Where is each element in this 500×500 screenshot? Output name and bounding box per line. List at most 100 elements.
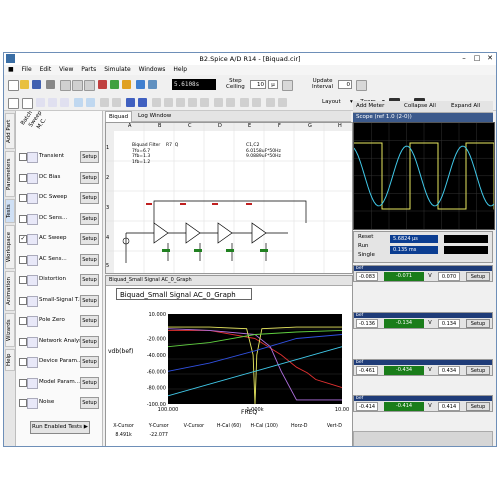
test-setup-button[interactable]: Setup	[80, 212, 99, 225]
test-setup-button[interactable]: Setup	[80, 151, 99, 163]
save-icon[interactable]	[32, 80, 41, 89]
test-setup-button[interactable]: Setup	[80, 335, 99, 348]
test-checkbox[interactable]	[19, 317, 27, 325]
test-setup-button[interactable]: Setup	[80, 315, 99, 327]
tab-log-window[interactable]: Log Window	[135, 111, 174, 121]
menu-windows[interactable]: Windows	[139, 65, 166, 75]
rewind-icon[interactable]	[148, 80, 157, 89]
stop-icon[interactable]	[98, 80, 107, 89]
test-setup-button[interactable]: Setup	[80, 356, 99, 368]
step-icon[interactable]	[136, 80, 145, 89]
test-checkbox[interactable]	[19, 378, 27, 387]
test-checkbox[interactable]	[19, 173, 27, 182]
meter-setup-button[interactable]: Setup	[466, 366, 490, 375]
test-checkbox[interactable]	[19, 296, 27, 305]
menu-help[interactable]: Help	[173, 65, 187, 75]
scope-slider-1[interactable]	[444, 235, 488, 243]
paste-icon[interactable]	[84, 80, 95, 91]
pointer-icon[interactable]	[8, 98, 19, 109]
test-setup-button[interactable]: Setup	[80, 294, 99, 307]
layout-dropdown[interactable]: Layout	[322, 99, 341, 105]
probe-icon[interactable]	[138, 98, 147, 107]
tab-add-part[interactable]: Add Part	[5, 113, 15, 149]
tab-wizards[interactable]: Wizards	[5, 313, 15, 347]
add-meter-button[interactable]: Add Meter	[353, 101, 387, 111]
wire-icon[interactable]	[74, 98, 83, 107]
tab-help[interactable]: Help	[5, 349, 15, 371]
collapse-all-button[interactable]: Collapse All	[401, 101, 439, 111]
meter-setup-button[interactable]: Setup	[466, 319, 490, 328]
menu-file[interactable]: File	[22, 65, 32, 75]
test-checkbox[interactable]	[19, 358, 27, 366]
ungroup-icon[interactable]	[252, 98, 261, 107]
test-setup-button[interactable]: Setup	[80, 233, 99, 245]
test-checkbox[interactable]	[19, 214, 27, 223]
schematic-canvas[interactable]: A B C D E F G H 1 2 3 4 5 Biquad Filter …	[105, 122, 353, 274]
test-checkbox[interactable]	[19, 153, 27, 161]
meter-setup-button[interactable]: Setup	[466, 272, 490, 281]
zoom-out-icon[interactable]	[48, 98, 57, 107]
oscilloscope-display[interactable]	[353, 122, 496, 230]
new-file-icon[interactable]	[8, 80, 19, 91]
menu-edit[interactable]: Edit	[40, 65, 52, 75]
distribute-icon[interactable]	[200, 98, 209, 107]
tab-workspace[interactable]: Workspace	[5, 225, 15, 269]
menu-simulate[interactable]: Simulate	[104, 65, 131, 75]
test-checkbox[interactable]	[19, 276, 27, 284]
run-enabled-tests-button[interactable]: Run Enabled Tests ▶	[30, 421, 90, 434]
align-bottom-icon[interactable]	[188, 98, 197, 107]
align-top-icon[interactable]	[176, 98, 185, 107]
print-icon[interactable]	[46, 80, 55, 89]
test-setup-button[interactable]: Setup	[80, 397, 99, 409]
menu-parts[interactable]: Parts	[81, 65, 96, 75]
test-checkbox[interactable]: ✓	[19, 235, 27, 243]
test-checkbox[interactable]	[19, 399, 27, 407]
snap-icon[interactable]	[226, 98, 235, 107]
tab-animation[interactable]: Animation	[5, 271, 15, 311]
tab-parameters[interactable]: Parameters	[5, 151, 15, 197]
select-icon[interactable]	[22, 98, 33, 109]
test-setup-button[interactable]: Setup	[80, 253, 99, 266]
test-checkbox[interactable]	[19, 337, 27, 346]
scope-slider-2[interactable]	[444, 246, 488, 254]
text-icon[interactable]	[86, 98, 95, 107]
single-button[interactable]: Single	[358, 252, 375, 258]
tab-tests[interactable]: Tests	[5, 199, 15, 223]
meter-setup-button[interactable]: Setup	[466, 402, 490, 411]
tab-biquad[interactable]: Biquad	[105, 111, 133, 122]
play-icon[interactable]	[110, 80, 119, 89]
align-left-icon[interactable]	[152, 98, 161, 107]
rotate-icon[interactable]	[100, 98, 109, 107]
close-button[interactable]: ✕	[484, 54, 496, 63]
menu-view[interactable]: View	[59, 65, 73, 75]
test-setup-button[interactable]: Setup	[80, 376, 99, 389]
minimize-button[interactable]: –	[458, 54, 470, 63]
grid-icon[interactable]	[214, 98, 223, 107]
flip-icon[interactable]	[112, 98, 121, 107]
update-interval-input[interactable]: 0	[338, 80, 352, 89]
run-button[interactable]: Run	[358, 243, 369, 249]
back-icon[interactable]	[278, 98, 287, 107]
test-setup-button[interactable]: Setup	[80, 171, 99, 184]
test-checkbox[interactable]	[19, 255, 27, 264]
update-unit-icon[interactable]	[356, 80, 367, 91]
zoom-in-icon[interactable]	[36, 98, 45, 107]
group-icon[interactable]	[240, 98, 249, 107]
pause-icon[interactable]	[122, 80, 131, 89]
test-checkbox[interactable]	[19, 194, 27, 202]
front-icon[interactable]	[266, 98, 275, 107]
zoom-fit-icon[interactable]	[60, 98, 69, 107]
expand-all-button[interactable]: Expand All	[448, 101, 483, 111]
maximize-button[interactable]: □	[471, 54, 483, 63]
copy-icon[interactable]	[72, 80, 83, 91]
step-up-icon[interactable]	[282, 80, 293, 91]
step-ceiling-input[interactable]: 10	[250, 80, 266, 89]
reset-button[interactable]: Reset	[358, 234, 373, 240]
test-setup-button[interactable]: Setup	[80, 192, 99, 204]
ground-icon[interactable]	[126, 98, 135, 107]
cut-icon[interactable]	[60, 80, 71, 91]
align-right-icon[interactable]	[164, 98, 173, 107]
open-folder-icon[interactable]	[20, 80, 29, 89]
step-unit-select[interactable]: µ	[268, 80, 278, 89]
test-setup-button[interactable]: Setup	[80, 274, 99, 286]
